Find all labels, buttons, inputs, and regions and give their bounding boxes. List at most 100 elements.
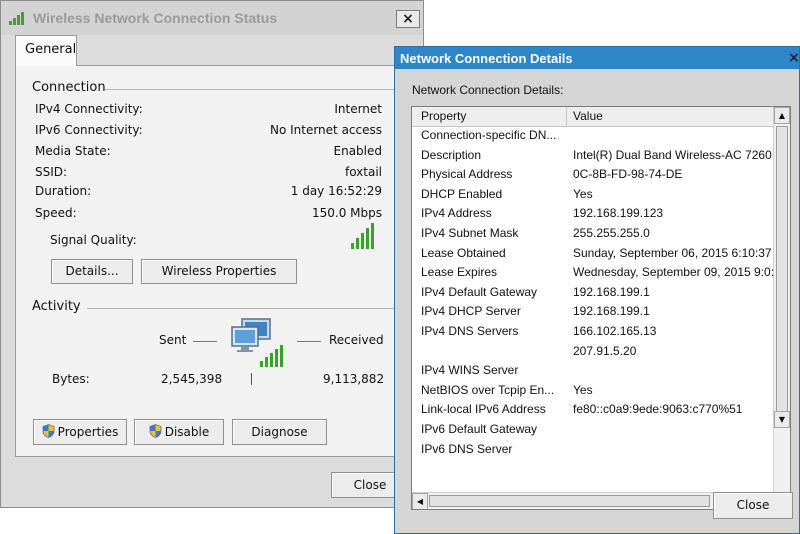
wifi-signal-icon [9,12,24,25]
details-row[interactable]: IPv4 Address 192.168.199.123 [412,204,774,223]
status-window-close-icon[interactable]: × [396,10,420,28]
column-header-value[interactable]: Value [573,109,603,123]
status-window-title: Wireless Network Connection Status [33,10,278,26]
vertical-scrollbar[interactable]: ▲ ▼ [773,107,790,493]
details-row[interactable]: Lease Expires Wednesday, September 09, 20… [412,263,774,282]
received-label: Received [329,333,384,347]
info-value: foxtail [344,165,382,179]
network-computers-icon [231,318,283,367]
activity-group-label: Activity [32,299,87,314]
details-row[interactable]: 207.91.5.20 [412,342,774,361]
tab-general[interactable]: General [15,35,77,66]
details-row[interactable]: IPv4 DNS Servers 166.102.165.13 [412,322,774,341]
info-label: IPv6 Connectivity: [35,123,143,137]
details-window-title: Network Connection Details [400,51,573,66]
signal-strength-icon [351,223,381,249]
properties-button-label: Properties [57,425,119,439]
signal-bar [356,238,359,249]
details-row-property: Description [421,147,482,162]
details-row[interactable]: IPv6 Default Gateway [412,420,774,439]
horizontal-scroll-thumb[interactable] [429,495,710,507]
details-row-property: IPv4 Address [421,206,492,221]
column-divider[interactable] [566,107,567,126]
details-row-value: 192.168.199.1 [573,304,650,319]
details-row[interactable]: IPv4 Default Gateway 192.168.199.1 [412,283,774,302]
details-row-value: 192.168.199.1 [573,284,650,299]
diagnose-button[interactable]: Diagnose [232,419,327,445]
details-row[interactable]: DHCP Enabled Yes [412,185,774,204]
details-list-header: Property Value [412,107,774,127]
info-label: Duration: [35,184,92,198]
details-row-property: Lease Obtained [421,245,506,260]
details-row-value: Wednesday, September 09, 2015 9:0: [573,265,775,280]
bytes-label: Bytes: [52,372,90,386]
details-row-property: Physical Address [421,167,513,182]
uac-shield-icon [149,424,162,438]
details-window-close-icon[interactable]: × [788,50,800,66]
details-row-property: IPv4 Subnet Mask [421,226,519,240]
details-row-value: 207.91.5.20 [573,343,637,358]
bytes-received-value: 9,113,882 [323,372,385,386]
disable-button-label: Disable [164,425,210,439]
signal-bar [361,233,364,249]
details-row-property: IPv4 WINS Server [421,363,519,378]
info-value: Enabled [333,144,383,158]
status-window-titlebar[interactable]: Wireless Network Connection Status × [1,1,423,35]
details-row[interactable]: Link-local IPv6 Address fe80::c0a9:9ede:9… [412,400,774,419]
info-label: SSID: [35,165,68,179]
uac-shield-icon [42,424,55,438]
details-row-value: Intel(R) Dual Band Wireless-AC 7260 [573,147,772,162]
details-row-property: IPv4 Default Gateway [421,284,538,299]
sent-label: Sent [159,333,187,347]
details-close-button[interactable]: Close [713,492,793,519]
info-value: 1 day 16:52:29 [290,184,382,198]
details-row[interactable]: Description Intel(R) Dual Band Wireless-A… [412,146,774,165]
details-row[interactable]: NetBIOS over Tcpip En... Yes [412,381,774,400]
details-row-property: NetBIOS over Tcpip En... [421,382,555,397]
disable-button[interactable]: Disable [134,419,224,445]
status-window: Wireless Network Connection Status × Gen… [0,0,424,508]
info-label: Speed: [35,206,77,220]
vertical-scroll-thumb[interactable] [776,126,788,412]
details-row-value: 166.102.165.13 [573,324,657,338]
info-value: 150.0 Mbps [311,206,382,220]
connection-group-divider [105,89,397,90]
details-button-label: Details... [65,264,119,278]
signal-bar [351,243,354,249]
details-row-value: Sunday, September 06, 2015 6:10:37 [573,245,772,260]
connection-group-label: Connection [32,80,112,95]
properties-button[interactable]: Properties [33,419,127,445]
diagnose-button-label: Diagnose [251,425,308,439]
details-row-value: 255.255.255.0 [573,226,650,240]
details-row-property: DHCP Enabled [421,186,503,201]
details-row-property: IPv4 DHCP Server [421,304,521,319]
scroll-left-icon[interactable]: ◀ [412,493,428,509]
details-row-property: Lease Expires [421,265,498,280]
details-row-property: IPv6 DNS Server [421,441,513,456]
details-row[interactable]: Physical Address 0C-8B-FD-98-74-DE [412,165,774,184]
details-row[interactable]: Connection-specific DN... [412,126,774,145]
info-label: IPv4 Connectivity: [35,102,143,116]
received-connector-line [297,341,321,342]
details-list[interactable]: Property Value Connection-specific DN...… [411,106,791,510]
status-close-button-label: Close [353,478,387,492]
signal-quality-label: Signal Quality: [50,233,137,247]
info-value: Internet [334,102,382,116]
details-row[interactable]: Lease Obtained Sunday, September 06, 2015… [412,244,774,263]
details-row[interactable]: IPv4 DHCP Server 192.168.199.1 [412,302,774,321]
wireless-properties-button[interactable]: Wireless Properties [141,259,297,284]
details-row-value: Yes [573,382,593,397]
scroll-up-icon[interactable]: ▲ [774,107,790,124]
details-row[interactable]: IPv4 Subnet Mask 255.255.255.0 [412,224,774,243]
details-row-property: Connection-specific DN... [421,128,557,142]
signal-bar [371,223,374,249]
details-row[interactable]: IPv4 WINS Server [412,361,774,380]
scroll-down-icon[interactable]: ▼ [774,411,790,428]
activity-group-divider [87,308,397,309]
column-header-property[interactable]: Property [421,109,466,123]
details-window-titlebar[interactable]: Network Connection Details × [395,47,800,69]
details-button[interactable]: Details... [51,259,133,284]
wireless-properties-button-label: Wireless Properties [161,264,277,278]
details-row[interactable]: IPv6 DNS Server [412,440,774,459]
details-window: Network Connection Details × Network Con… [394,46,800,534]
